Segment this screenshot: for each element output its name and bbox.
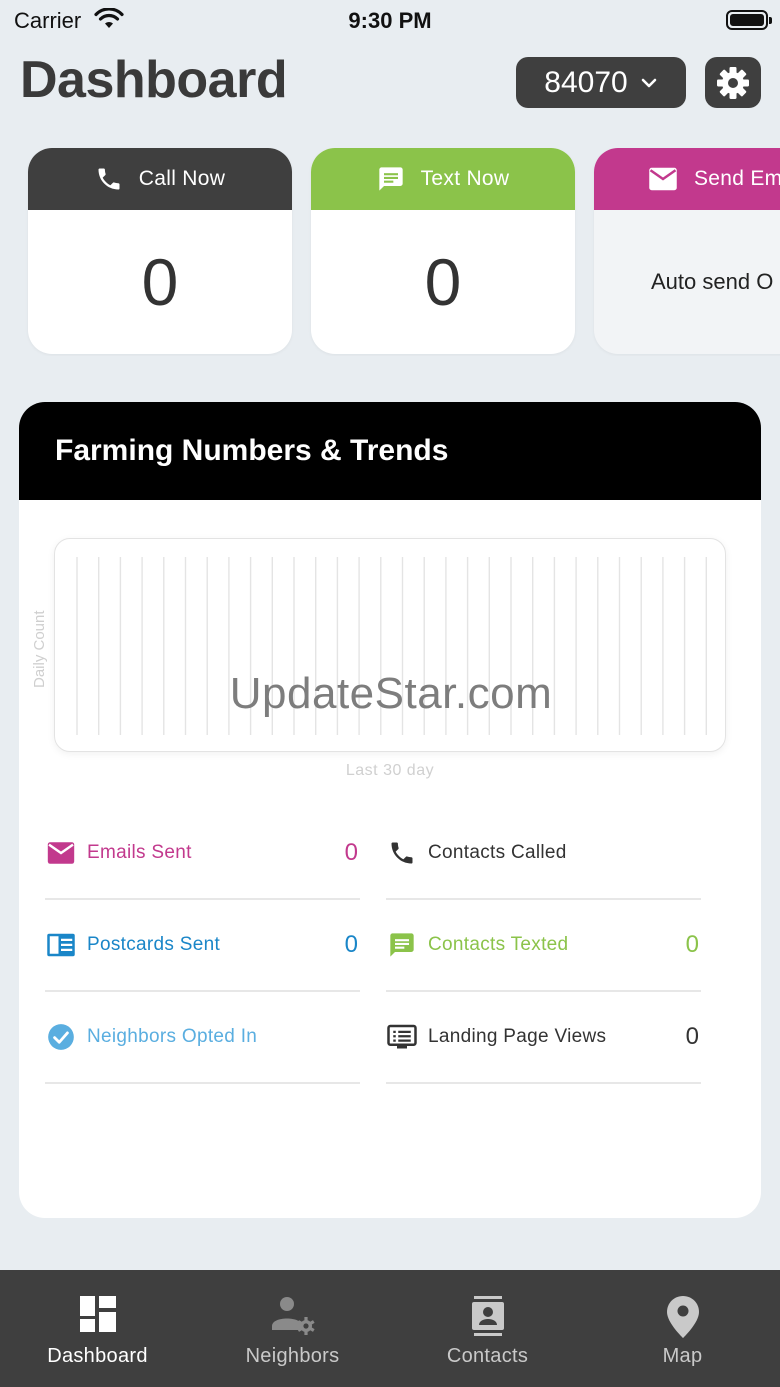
map-pin-icon <box>666 1296 699 1338</box>
landing-page-views-label: Landing Page Views <box>428 1026 607 1047</box>
text-now-button[interactable]: Text Now <box>311 148 575 210</box>
list-icon <box>386 1021 418 1053</box>
tab-dashboard[interactable]: Dashboard <box>0 1270 195 1387</box>
gear-icon <box>717 66 749 99</box>
postcard-icon <box>45 929 77 961</box>
message-icon <box>378 167 403 191</box>
dashboard-icon <box>79 1296 116 1332</box>
text-now-label: Text Now <box>420 167 510 190</box>
zip-code-value: 84070 <box>544 65 628 99</box>
send-email-card[interactable]: Send Em Auto send O <box>594 148 780 354</box>
stat-landing-page-views[interactable]: Landing Page Views 0 <box>386 992 701 1084</box>
zip-code-select[interactable]: 84070 <box>516 57 686 108</box>
trends-panel: Farming Numbers & Trends Daily Count Upd… <box>19 402 761 1218</box>
tab-contacts[interactable]: Contacts <box>390 1270 585 1387</box>
send-email-label: Send Em <box>694 167 780 190</box>
call-now-card[interactable]: Call Now 0 <box>28 148 292 354</box>
emails-sent-value: 0 <box>344 839 358 866</box>
mail-icon <box>45 837 77 869</box>
chart-gridlines <box>76 557 707 735</box>
stat-neighbors-opted-in[interactable]: Neighbors Opted In <box>45 992 360 1084</box>
phone-icon <box>386 837 418 869</box>
tab-bar: Dashboard Neighbors Contacts Map <box>0 1270 780 1387</box>
trends-header: Farming Numbers & Trends <box>19 402 761 500</box>
text-now-count: 0 <box>424 245 462 319</box>
clock: 9:30 PM <box>348 8 432 33</box>
postcards-sent-label: Postcards Sent <box>87 934 221 955</box>
message-icon <box>386 929 418 961</box>
call-now-button[interactable]: Call Now <box>28 148 292 210</box>
contacts-texted-label: Contacts Texted <box>428 934 569 955</box>
stat-emails-sent[interactable]: Emails Sent 0 <box>45 808 360 900</box>
neighbors-opted-in-label: Neighbors Opted In <box>87 1026 258 1047</box>
send-email-button[interactable]: Send Em <box>594 148 780 210</box>
tab-neighbors[interactable]: Neighbors <box>195 1270 390 1387</box>
call-now-count: 0 <box>141 245 179 319</box>
status-bar: Carrier 9:30 PM <box>0 0 780 40</box>
tab-contacts-label: Contacts <box>446 1345 529 1367</box>
emails-sent-label: Emails Sent <box>87 842 192 863</box>
call-now-label: Call Now <box>138 167 226 190</box>
stat-contacts-called[interactable]: Contacts Called <box>386 808 701 900</box>
y-axis-label: Daily Count <box>31 610 48 688</box>
mail-icon <box>649 167 677 191</box>
battery-icon <box>726 10 772 30</box>
tab-map[interactable]: Map <box>585 1270 780 1387</box>
chart-watermark: UpdateStar.com <box>229 669 553 718</box>
tab-map-label: Map <box>662 1345 703 1367</box>
user-settings-icon <box>271 1297 315 1335</box>
chevron-down-icon <box>641 78 657 87</box>
postcards-sent-value: 0 <box>344 931 358 958</box>
x-axis-label: Last 30 day <box>345 762 435 779</box>
phone-icon <box>98 168 120 190</box>
check-circle-icon <box>45 1021 77 1053</box>
contacts-texted-value: 0 <box>685 931 699 958</box>
landing-page-views-value: 0 <box>685 1023 699 1050</box>
trends-chart: UpdateStar.com <box>54 538 726 752</box>
page-title: Dashboard <box>20 51 288 109</box>
stat-postcards-sent[interactable]: Postcards Sent 0 <box>45 900 360 992</box>
action-cards: Call Now 0 Text Now 0 Send Em Auto send … <box>0 148 780 356</box>
trends-title: Farming Numbers & Trends <box>55 434 449 467</box>
auto-send-text: Auto send O <box>651 269 774 294</box>
contacts-icon <box>471 1296 504 1336</box>
tab-dashboard-label: Dashboard <box>47 1345 148 1367</box>
stat-contacts-texted[interactable]: Contacts Texted 0 <box>386 900 701 992</box>
text-now-card[interactable]: Text Now 0 <box>311 148 575 354</box>
contacts-called-label: Contacts Called <box>428 842 567 863</box>
tab-neighbors-label: Neighbors <box>245 1345 340 1367</box>
settings-button[interactable] <box>705 57 761 108</box>
